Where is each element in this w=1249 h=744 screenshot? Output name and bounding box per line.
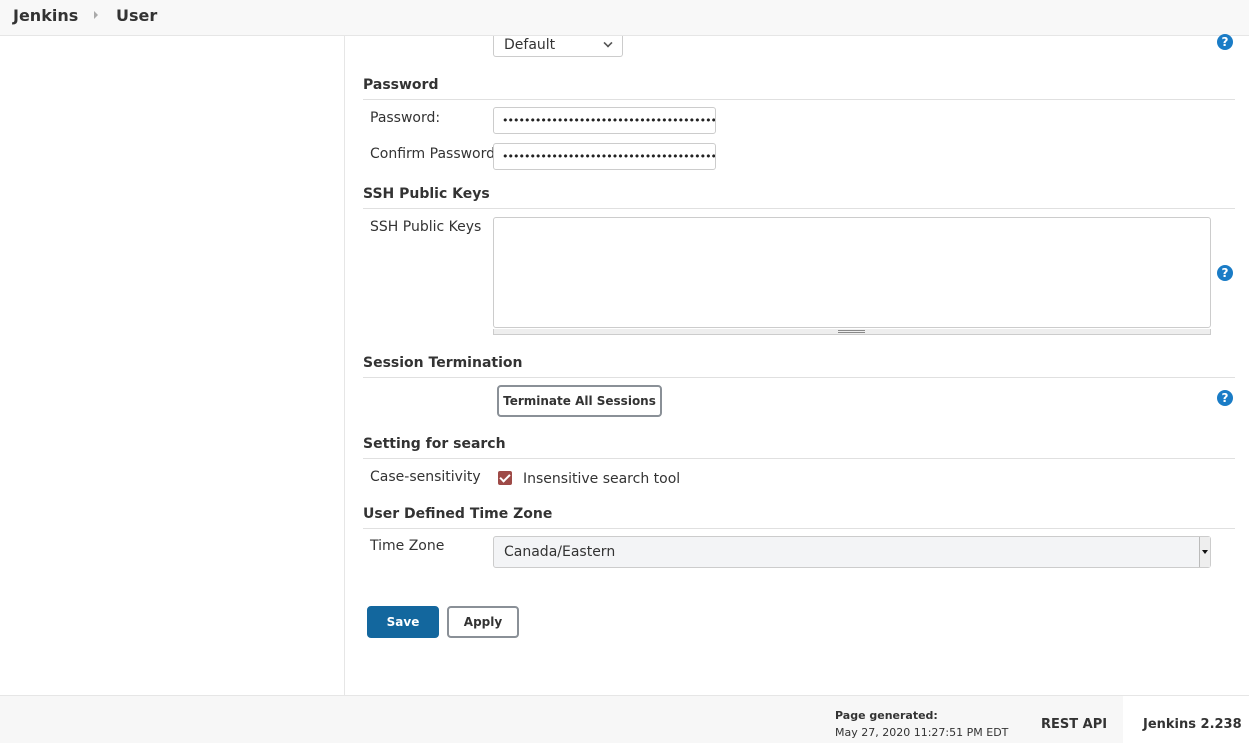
password-input[interactable]: ••••••••••••••••••••••••••••••••••••••••…: [493, 107, 716, 134]
chevron-down-icon: [603, 38, 613, 48]
time-zone-value: Canada/Eastern: [504, 544, 616, 560]
page-generated-date: May 27, 2020 11:27:51 PM EDT: [835, 726, 1009, 739]
page-generated-label: Page generated:: [835, 709, 938, 722]
section-title-ssh: SSH Public Keys: [363, 186, 490, 202]
page-footer: Page generated: May 27, 2020 11:27:51 PM…: [0, 695, 1249, 744]
section-title-session: Session Termination: [363, 355, 523, 371]
sidebar-divider: [344, 36, 345, 695]
confirm-password-label: Confirm Password:: [370, 146, 500, 162]
jenkins-version: Jenkins 2.238: [1123, 696, 1249, 744]
time-zone-select[interactable]: Canada/Eastern: [493, 536, 1211, 568]
terminate-all-sessions-button[interactable]: Terminate All Sessions: [497, 385, 662, 417]
jenkins-version-link[interactable]: Jenkins 2.238: [1143, 717, 1242, 732]
case-sensitivity-label: Case-sensitivity: [370, 469, 481, 485]
dropdown-arrow-icon: [1199, 537, 1210, 567]
breadcrumb-bar: Jenkins User: [0, 0, 1249, 36]
section-title-password: Password: [363, 77, 439, 93]
rest-api-link[interactable]: REST API: [1041, 717, 1107, 732]
default-select-value: Default: [504, 37, 556, 53]
confirm-password-input[interactable]: ••••••••••••••••••••••••••••••••••••••••…: [493, 143, 716, 170]
section-divider: [363, 458, 1235, 459]
help-icon[interactable]: ?: [1217, 265, 1233, 281]
resize-handle-icon[interactable]: [838, 330, 865, 333]
section-title-search: Setting for search: [363, 436, 506, 452]
apply-button[interactable]: Apply: [447, 606, 519, 638]
section-divider: [363, 377, 1235, 378]
breadcrumb-jenkins[interactable]: Jenkins: [13, 6, 78, 25]
save-button[interactable]: Save: [367, 606, 439, 638]
ssh-keys-label: SSH Public Keys: [370, 219, 482, 235]
insensitive-search-checkbox[interactable]: [498, 471, 512, 485]
help-icon[interactable]: ?: [1217, 390, 1233, 406]
textarea-resize-bar[interactable]: [493, 329, 1211, 335]
section-divider: [363, 528, 1235, 529]
help-icon[interactable]: ?: [1217, 34, 1233, 50]
section-divider: [363, 99, 1235, 100]
password-label: Password:: [370, 110, 441, 126]
section-title-timezone: User Defined Time Zone: [363, 506, 553, 522]
section-divider: [363, 208, 1235, 209]
breadcrumb-separator-icon: [94, 11, 98, 19]
time-zone-label: Time Zone: [370, 538, 445, 554]
insensitive-search-label[interactable]: Insensitive search tool: [523, 471, 680, 487]
ssh-keys-textarea[interactable]: [493, 217, 1211, 328]
breadcrumb-user[interactable]: User: [116, 6, 157, 25]
default-select[interactable]: Default: [493, 36, 623, 57]
